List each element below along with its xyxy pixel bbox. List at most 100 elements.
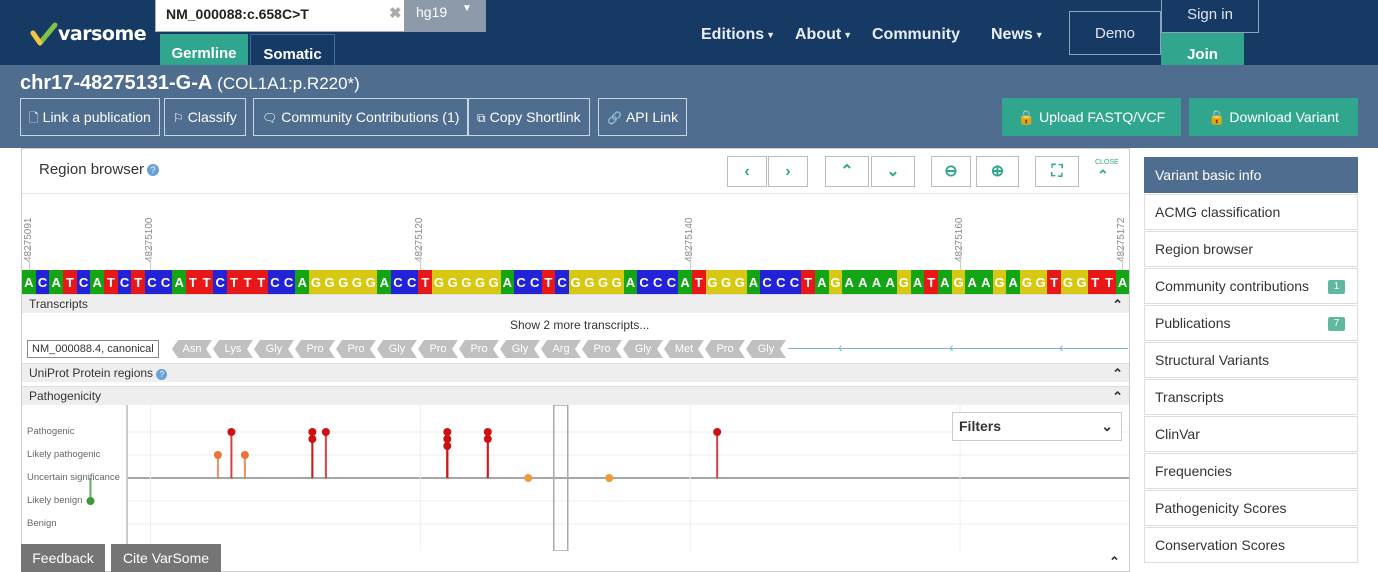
- variant-point[interactable]: [483, 435, 492, 443]
- caret-down-icon: ▼: [843, 29, 853, 40]
- show-more-transcripts-link[interactable]: Show 2 more transcripts...: [510, 318, 649, 332]
- amino-acid[interactable]: Gly: [746, 340, 786, 358]
- community-contributions-label: Community Contributions (1): [281, 109, 460, 125]
- ruler-tick: [420, 244, 422, 272]
- variant-point[interactable]: [483, 428, 492, 436]
- amino-acid[interactable]: Gly: [623, 340, 663, 358]
- close-label[interactable]: CLOSE: [1095, 159, 1119, 166]
- clear-icon[interactable]: ✖: [389, 4, 402, 22]
- scroll-down-button[interactable]: ⌄: [871, 156, 915, 187]
- amino-acid[interactable]: Pro: [582, 340, 622, 358]
- chevron-up-icon[interactable]: ⌃: [1112, 364, 1123, 383]
- varsome-logo-icon[interactable]: [30, 20, 58, 50]
- amino-acid[interactable]: Gly: [500, 340, 540, 358]
- variant-point[interactable]: [308, 428, 317, 436]
- variant-point[interactable]: [86, 497, 95, 505]
- section-pathogenicity[interactable]: Pathogenicity ⌃: [22, 386, 1129, 405]
- classify-button[interactable]: ⚐ Classify: [164, 98, 246, 136]
- download-variant-button[interactable]: 🔒 Download Variant: [1189, 98, 1358, 136]
- sign-in-button[interactable]: Sign in: [1161, 0, 1259, 33]
- variant-point[interactable]: [321, 428, 330, 436]
- nav-news[interactable]: News ▼: [991, 26, 1044, 44]
- variant-point[interactable]: [443, 428, 452, 436]
- copy-shortlink-button[interactable]: ⧉ Copy Shortlink: [468, 98, 590, 136]
- section-transcripts-label: Transcripts: [29, 297, 88, 311]
- variant-point[interactable]: [524, 474, 533, 482]
- nav-about[interactable]: About ▼: [795, 26, 852, 44]
- base-A: A: [1115, 270, 1130, 295]
- zoom-out-button[interactable]: ⊖: [931, 156, 971, 187]
- position-ruler: 48275091 48275100 48275120 48275140 48275160…: [22, 193, 1129, 272]
- cite-varsome-button[interactable]: Cite VarSome: [111, 544, 221, 572]
- search-box[interactable]: ✖: [155, 0, 405, 32]
- base-A: A: [678, 270, 692, 295]
- help-icon[interactable]: ?: [156, 369, 168, 380]
- amino-acid[interactable]: Gly: [377, 340, 417, 358]
- base-T: T: [418, 270, 433, 295]
- transcript-label[interactable]: NM_000088.4, canonical: [27, 340, 159, 358]
- variant-point[interactable]: [227, 428, 236, 436]
- feedback-button[interactable]: Feedback: [21, 544, 105, 572]
- nav-community[interactable]: Community: [872, 26, 960, 44]
- fullscreen-button[interactable]: ⛶: [1035, 156, 1079, 187]
- base-G: G: [322, 270, 337, 295]
- pan-left-button[interactable]: ‹: [727, 156, 767, 187]
- amino-acid[interactable]: Pro: [295, 340, 335, 358]
- search-input[interactable]: [166, 6, 376, 22]
- sidebar-item-acmg-classification[interactable]: ACMG classification: [1144, 194, 1358, 230]
- base-G: G: [1061, 270, 1075, 295]
- amino-acid[interactable]: Lys: [213, 340, 253, 358]
- help-icon[interactable]: ?: [147, 164, 160, 177]
- variant-point[interactable]: [713, 428, 722, 436]
- base-T: T: [924, 270, 939, 295]
- base-C: C: [650, 270, 665, 295]
- pan-right-button[interactable]: ›: [768, 156, 808, 187]
- amino-acid[interactable]: Asn: [172, 340, 212, 358]
- sidebar-item-community-contributions[interactable]: Community contributions 1: [1144, 268, 1358, 304]
- sidebar-item-clinvar[interactable]: ClinVar: [1144, 416, 1358, 452]
- section-transcripts[interactable]: Transcripts ⌃: [22, 294, 1129, 313]
- upload-fastq-button[interactable]: 🔒 Upload FASTQ/VCF: [1002, 98, 1181, 136]
- amino-acid[interactable]: Gly: [254, 340, 294, 358]
- chevron-up-icon[interactable]: ⌃: [1112, 387, 1123, 406]
- variant-point[interactable]: [605, 474, 614, 482]
- chevron-up-icon[interactable]: ⌃: [1109, 554, 1120, 570]
- chevron-up-icon[interactable]: ⌃: [1112, 295, 1123, 314]
- demo-button[interactable]: Demo: [1069, 11, 1161, 55]
- base-A: A: [883, 270, 897, 295]
- sidebar-item-pathogenicity-scores[interactable]: Pathogenicity Scores: [1144, 490, 1358, 526]
- community-contributions-button[interactable]: 🗨 Community Contributions (1): [253, 98, 469, 136]
- logo-text[interactable]: varsome: [58, 23, 147, 45]
- amino-acid[interactable]: Pro: [336, 340, 376, 358]
- api-link-button[interactable]: 🔗 API Link: [598, 98, 688, 136]
- base-G: G: [445, 270, 460, 295]
- variant-point[interactable]: [240, 451, 249, 459]
- amino-acid[interactable]: Met: [664, 340, 704, 358]
- sidebar-item-frequencies[interactable]: Frequencies: [1144, 453, 1358, 489]
- nav-editions[interactable]: Editions ▼: [701, 26, 775, 44]
- base-T: T: [1047, 270, 1062, 295]
- base-A: A: [869, 270, 884, 295]
- scroll-up-button[interactable]: ⌃: [825, 156, 869, 187]
- amino-acid[interactable]: Pro: [705, 340, 745, 358]
- section-uniprot[interactable]: UniProt Protein regions ? ⌃: [22, 363, 1129, 382]
- sidebar-item-transcripts[interactable]: Transcripts: [1144, 379, 1358, 415]
- amino-acid[interactable]: Pro: [459, 340, 499, 358]
- zoom-in-button[interactable]: ⊕: [976, 156, 1019, 187]
- sidebar-item-label: Pathogenicity Scores: [1155, 500, 1287, 516]
- sidebar-item-variant-basic-info[interactable]: Variant basic info: [1144, 157, 1358, 193]
- variant-point[interactable]: [308, 435, 317, 443]
- sidebar-item-region-browser[interactable]: Region browser: [1144, 231, 1358, 267]
- variant-point[interactable]: [443, 442, 452, 450]
- variant-point[interactable]: [443, 435, 452, 443]
- sidebar-item-structural-variants[interactable]: Structural Variants: [1144, 342, 1358, 378]
- variant-point[interactable]: [213, 451, 222, 459]
- amino-acid[interactable]: Arg: [541, 340, 581, 358]
- genome-select[interactable]: hg19 ▼: [404, 0, 486, 32]
- sidebar-item-publications[interactable]: Publications 7: [1144, 305, 1358, 341]
- amino-acid[interactable]: Pro: [418, 340, 458, 358]
- filters-dropdown[interactable]: Filters ⌄: [952, 412, 1122, 441]
- chevron-up-icon[interactable]: ⌃: [1097, 167, 1109, 184]
- sidebar-item-conservation-scores[interactable]: Conservation Scores: [1144, 527, 1358, 563]
- link-publication-button[interactable]: 🗋 Link a publication: [20, 98, 160, 136]
